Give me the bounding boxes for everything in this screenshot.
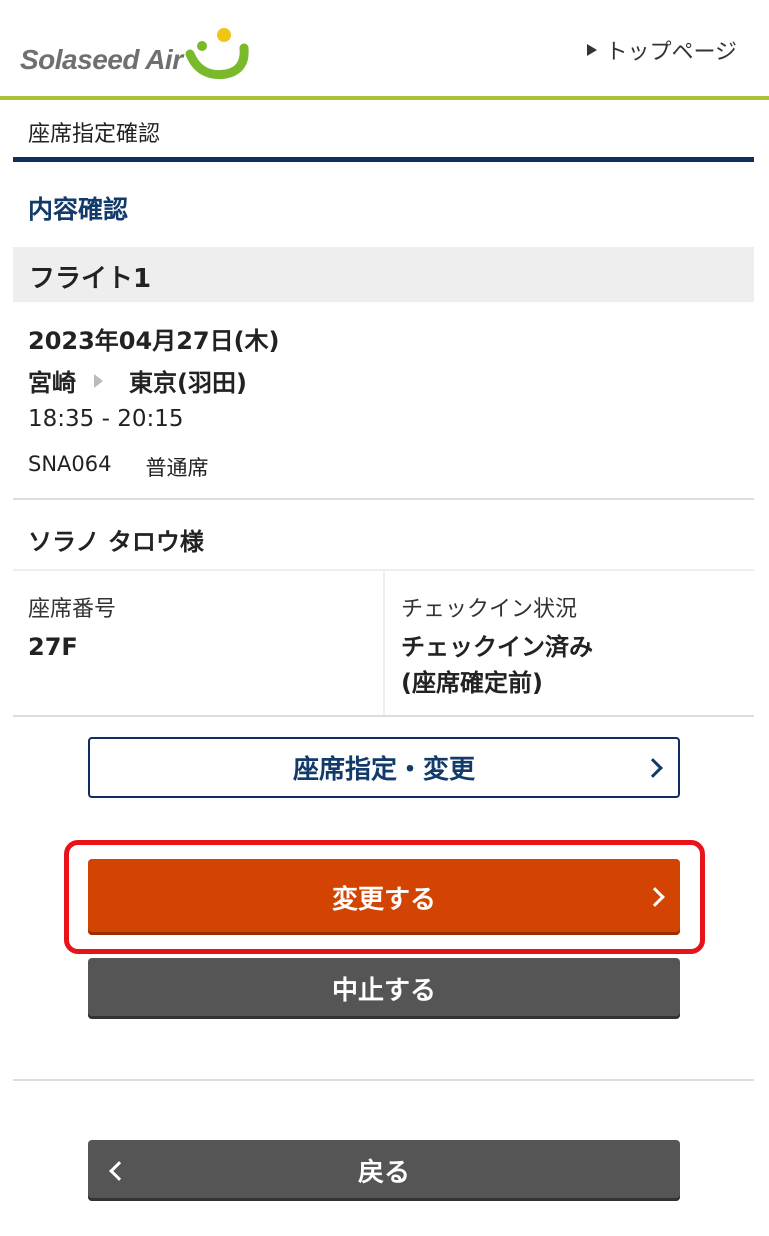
top-page-link[interactable]: トップページ	[587, 34, 737, 66]
seat-number-value: 27F	[28, 633, 78, 661]
divider	[13, 715, 754, 717]
destination-airport: 東京(羽田)	[129, 369, 247, 397]
seat-class: 普通席	[145, 456, 209, 480]
checkin-status-value: チェックイン済み	[401, 633, 593, 661]
top-page-link-label: トップページ	[605, 40, 737, 65]
route-arrow-icon	[94, 373, 103, 388]
divider	[13, 498, 754, 500]
confirm-change-button-label: 変更する	[331, 884, 436, 915]
divider	[13, 1079, 754, 1081]
logo-wordmark: Solaseed Air	[20, 44, 183, 75]
cancel-button[interactable]: 中止する	[88, 958, 680, 1019]
chevron-right-icon	[643, 757, 663, 778]
seat-change-button-label: 座席指定・変更	[292, 755, 475, 785]
flight-time: 18:35 - 20:15	[28, 406, 184, 432]
flight-number: SNA064	[28, 452, 112, 476]
smile-logo-icon	[185, 28, 249, 80]
seat-number-label: 座席番号	[28, 597, 117, 622]
confirm-change-button[interactable]: 変更する	[88, 859, 680, 935]
passenger-name: ソラノ タロウ様	[28, 528, 204, 556]
back-button[interactable]: 戻る	[88, 1140, 680, 1201]
flight-info: SNA064 普通席	[28, 452, 209, 482]
cancel-button-label: 中止する	[331, 976, 436, 1006]
checkin-status-label: チェックイン状況	[401, 597, 578, 622]
checkin-status-note: (座席確定前)	[401, 669, 543, 697]
site-header: Solaseed Air トップページ	[0, 0, 769, 100]
flight-date: 2023年04月27日(木)	[28, 327, 280, 355]
page-title: 座席指定確認	[28, 122, 161, 147]
origin-airport: 宮崎	[28, 369, 76, 397]
section-heading: 内容確認	[28, 195, 129, 224]
flight-label: フライト1	[29, 264, 152, 294]
chevron-right-icon	[645, 887, 665, 907]
flight-route: 宮崎 東京(羽田)	[28, 363, 247, 398]
cell-divider	[383, 571, 385, 717]
seat-change-button[interactable]: 座席指定・変更	[88, 737, 680, 798]
chevron-left-icon	[109, 1160, 129, 1181]
seat-status-table: 座席番号 27F チェックイン状況 チェックイン済み (座席確定前)	[13, 569, 754, 717]
play-triangle-icon	[587, 44, 598, 56]
title-divider	[13, 157, 754, 162]
flight-header-bar: フライト1	[13, 247, 754, 302]
back-button-label: 戻る	[357, 1158, 410, 1188]
